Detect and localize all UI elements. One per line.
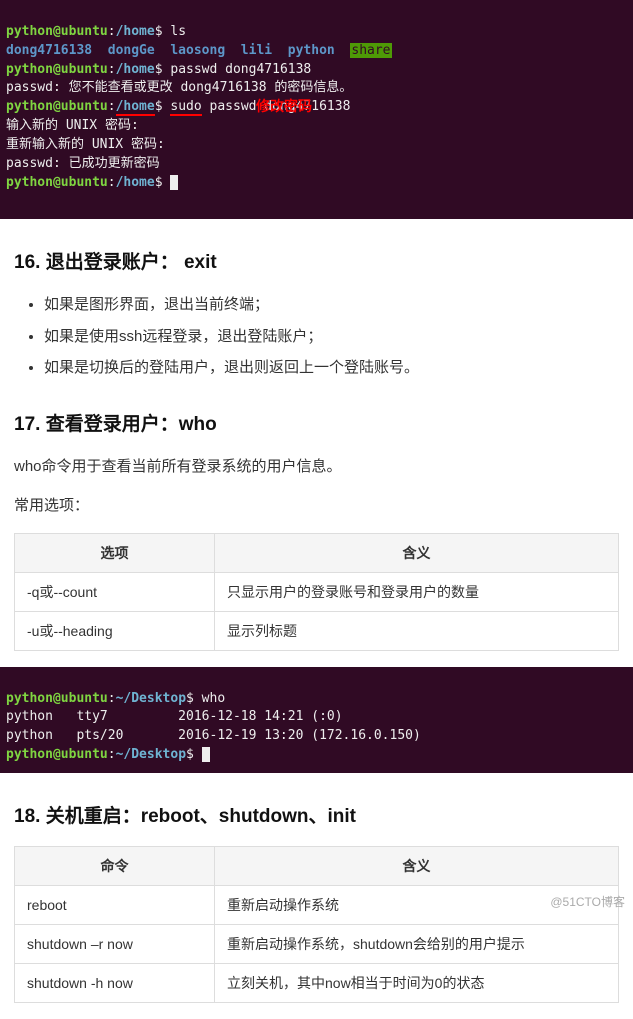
terminal-who: python@ubuntu:~/Desktop$ who python tty7… bbox=[0, 667, 633, 773]
list-item: 如果是使用ssh远程登录，退出登陆账户； bbox=[44, 324, 619, 350]
prompt-newpw: 输入新的 UNIX 密码: bbox=[6, 118, 147, 133]
cursor-icon bbox=[202, 747, 210, 762]
list-item: 如果是图形界面，退出当前终端； bbox=[44, 292, 619, 318]
cmd-ls: $ ls bbox=[155, 24, 186, 39]
th-option: 选项 bbox=[15, 533, 215, 572]
table-row: shutdown -h now 立刻关机，其中now相当于时间为0的状态 bbox=[15, 964, 619, 1003]
table-row: reboot 重新启动操作系统 bbox=[15, 886, 619, 925]
options-label: 常用选项： bbox=[14, 493, 619, 519]
table-row: shutdown –r now 重新启动操作系统，shutdown会给别的用户提… bbox=[15, 925, 619, 964]
colon: : bbox=[108, 24, 116, 39]
cursor-icon bbox=[170, 175, 178, 190]
th-meaning: 含义 bbox=[215, 533, 619, 572]
prompt-user: python@ubuntu bbox=[6, 62, 108, 77]
annotation-modify-pw: 修改密码 bbox=[256, 96, 312, 116]
table-row: 命令 含义 bbox=[15, 847, 619, 886]
colon: : bbox=[108, 691, 116, 706]
cell-meaning: 重新启动操作系统，shutdown会给别的用户提示 bbox=[215, 925, 619, 964]
watermark: @51CTO博客 bbox=[550, 893, 625, 910]
who-options-table: 选项 含义 -q或--count 只显示用户的登录账号和登录用户的数量 -u或-… bbox=[14, 533, 619, 651]
prompt-path: /home bbox=[116, 24, 155, 39]
prompt-path-underlined: /home bbox=[116, 99, 155, 116]
colon: : bbox=[108, 99, 116, 114]
prompt-user: python@ubuntu bbox=[6, 99, 108, 114]
prompt-retype: 重新输入新的 UNIX 密码: bbox=[6, 137, 173, 152]
ls-share: share bbox=[350, 43, 391, 58]
dollar: $ bbox=[186, 747, 202, 762]
colon: : bbox=[108, 62, 116, 77]
table-row: -u或--heading 显示列标题 bbox=[15, 611, 619, 650]
cell-meaning: 显示列标题 bbox=[215, 611, 619, 650]
cell-command: shutdown -h now bbox=[15, 964, 215, 1003]
prompt-path: /home bbox=[116, 62, 155, 77]
prompt-user: python@ubuntu bbox=[6, 175, 108, 190]
cell-option: -u或--heading bbox=[15, 611, 215, 650]
table-row: -q或--count 只显示用户的登录账号和登录用户的数量 bbox=[15, 572, 619, 611]
colon: : bbox=[108, 747, 116, 762]
prompt-path: /home bbox=[116, 175, 155, 190]
prompt-path: ~/Desktop bbox=[116, 691, 186, 706]
passwd-success: passwd: 已成功更新密码 bbox=[6, 156, 160, 171]
colon: : bbox=[108, 175, 116, 190]
ls-output: dong4716138 dongGe laosong lili python bbox=[6, 43, 350, 58]
prompt-user: python@ubuntu bbox=[6, 747, 108, 762]
dollar: $ bbox=[155, 175, 171, 190]
exit-list: 如果是图形界面，退出当前终端； 如果是使用ssh远程登录，退出登陆账户； 如果是… bbox=[14, 292, 619, 381]
cell-option: -q或--count bbox=[15, 572, 215, 611]
th-command: 命令 bbox=[15, 847, 215, 886]
heading-18-reboot: 18. 关机重启：reboot、shutdown、init bbox=[14, 801, 619, 828]
cell-meaning: 只显示用户的登录账号和登录用户的数量 bbox=[215, 572, 619, 611]
list-item: 如果是切换后的登陆用户，退出则返回上一个登陆账号。 bbox=[44, 355, 619, 381]
who-description: who命令用于查看当前所有登录系统的用户信息。 bbox=[14, 454, 619, 480]
heading-17-who: 17. 查看登录用户：who bbox=[14, 409, 619, 436]
passwd-error: passwd: 您不能查看或更改 dong4716138 的密码信息。 bbox=[6, 80, 352, 95]
heading-16-exit: 16. 退出登录账户： exit bbox=[14, 247, 619, 274]
terminal-passwd: python@ubuntu:/home$ ls dong4716138 dong… bbox=[0, 0, 633, 219]
prompt-path: ~/Desktop bbox=[116, 747, 186, 762]
prompt-user: python@ubuntu bbox=[6, 24, 108, 39]
cell-meaning: 立刻关机，其中now相当于时间为0的状态 bbox=[215, 964, 619, 1003]
who-output-line: python tty7 2016-12-18 14:21 (:0) bbox=[6, 709, 343, 724]
who-output-line: python pts/20 2016-12-19 13:20 (172.16.0… bbox=[6, 728, 421, 743]
th-meaning: 含义 bbox=[215, 847, 619, 886]
cmd-passwd: $ passwd dong4716138 bbox=[155, 62, 312, 77]
cell-command: shutdown –r now bbox=[15, 925, 215, 964]
sudo-underlined: sudo bbox=[170, 99, 201, 116]
dollar: $ bbox=[155, 99, 171, 114]
prompt-user: python@ubuntu bbox=[6, 691, 108, 706]
reboot-table: 命令 含义 reboot 重新启动操作系统 shutdown –r now 重新… bbox=[14, 846, 619, 1003]
cmd-who: $ who bbox=[186, 691, 225, 706]
table-row: 选项 含义 bbox=[15, 533, 619, 572]
cell-command: reboot bbox=[15, 886, 215, 925]
